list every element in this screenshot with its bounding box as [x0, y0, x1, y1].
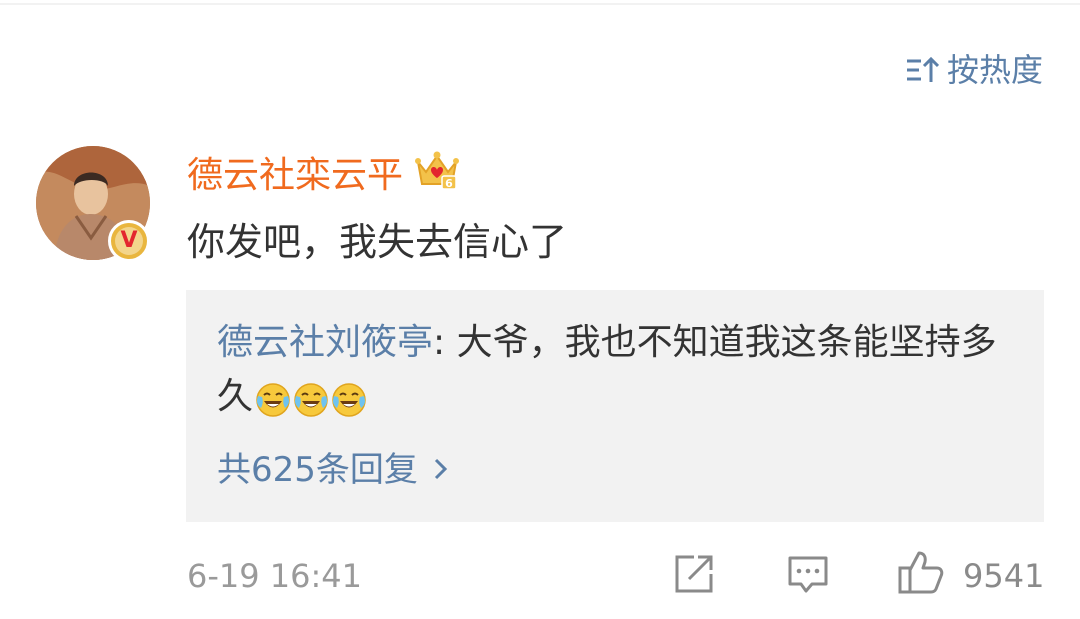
crown-badge-icon: 6: [415, 150, 460, 202]
like-count: 9541: [963, 557, 1045, 595]
reply-author[interactable]: 德云社刘筱亭: [217, 322, 433, 363]
reply-count-label: 共625条回复: [217, 450, 418, 490]
badge-level: 6: [445, 177, 453, 190]
reply-button[interactable]: [786, 550, 830, 602]
comment-body: 你发吧，我失去信心了: [187, 220, 568, 264]
share-icon: [672, 552, 716, 600]
top-reply: 德云社刘筱亭: 大爷，我也不知道我这条能坚持多久: [217, 316, 997, 424]
comment-icon: [786, 552, 830, 600]
sort-icon: [905, 55, 939, 85]
verified-v-icon: V: [108, 220, 150, 262]
comment-username[interactable]: 德云社栾云平 6: [187, 150, 460, 202]
like-button[interactable]: 9541: [897, 550, 1044, 602]
laugh-cry-emoji: [293, 380, 329, 417]
username-text: 德云社栾云平: [187, 155, 404, 196]
sort-by-heat-button[interactable]: 按热度: [905, 50, 1043, 90]
reply-preview[interactable]: 德云社刘筱亭: 大爷，我也不知道我这条能坚持多久 共625条回复: [186, 290, 1044, 522]
laugh-cry-emoji: [255, 380, 291, 417]
sort-label: 按热度: [946, 51, 1043, 89]
laugh-cry-emoji: [331, 380, 367, 417]
reply-separator: :: [433, 322, 457, 363]
view-all-replies-link[interactable]: 共625条回复: [217, 448, 448, 492]
emoji-row: [255, 380, 367, 417]
chevron-right-icon: [434, 448, 448, 492]
share-button[interactable]: [672, 550, 716, 602]
top-divider: [0, 3, 1080, 5]
comment-timestamp: 6-19 16:41: [187, 557, 363, 595]
thumbs-up-icon: [897, 548, 945, 604]
